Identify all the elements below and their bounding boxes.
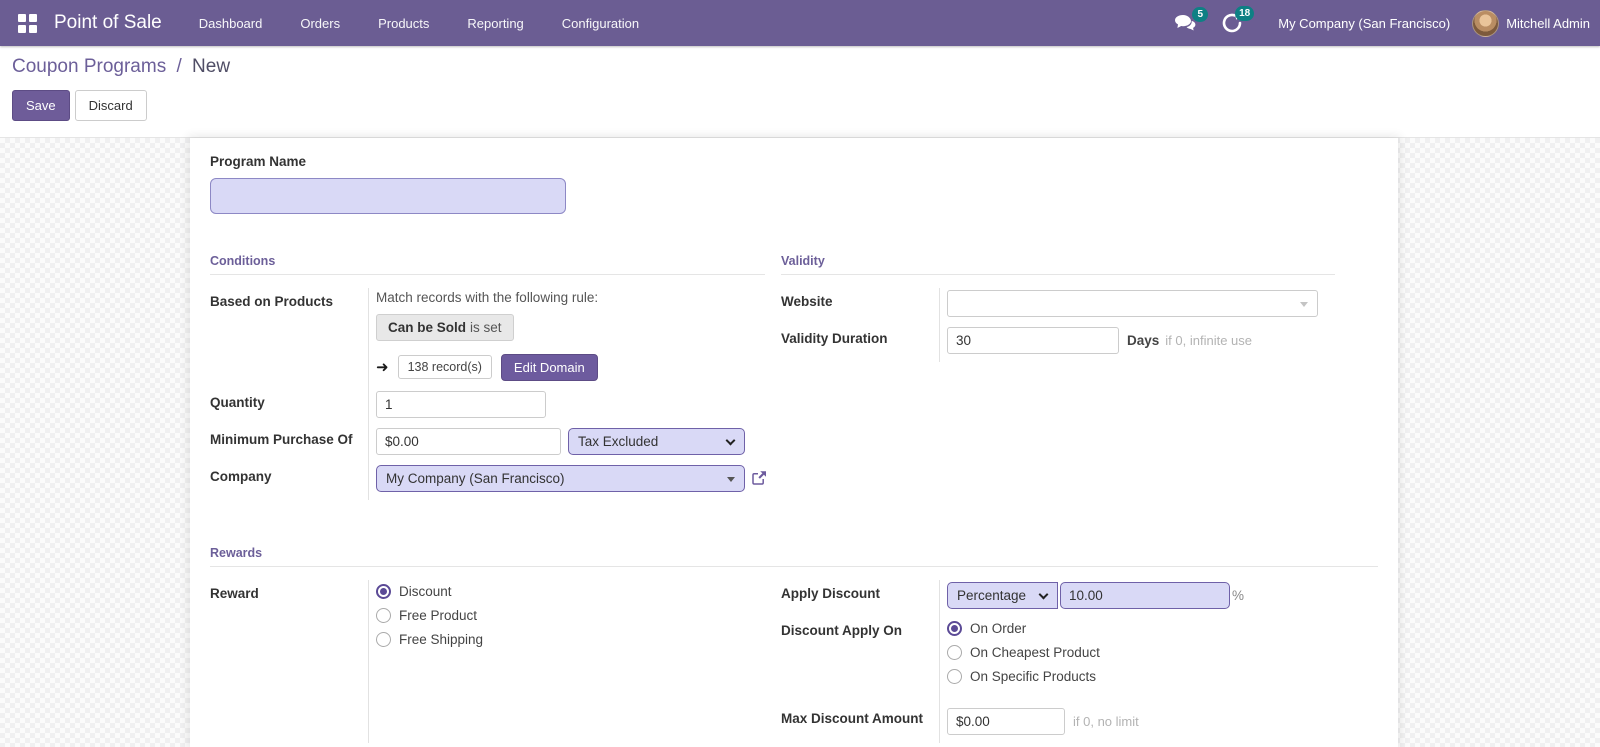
edit-domain-button[interactable]: Edit Domain	[500, 353, 598, 381]
form-sheet: Program Name Conditions Based on Product…	[190, 138, 1398, 747]
max-discount-hint: if 0, no limit	[1073, 713, 1139, 729]
program-name-input[interactable]	[210, 177, 566, 214]
conditions-title: Conditions	[210, 254, 765, 275]
duration-hint: if 0, infinite use	[1165, 332, 1252, 348]
activities-icon[interactable]: 18	[1222, 6, 1255, 33]
company-value: My Company (San Francisco)	[386, 470, 565, 486]
discount-type-value: Percentage	[957, 587, 1027, 603]
chevron-down-icon	[725, 435, 736, 446]
rewards-group: Rewards Reward Discount Free Product Fre…	[210, 546, 1378, 743]
caret-down-icon	[1300, 301, 1308, 307]
breadcrumb-parent-link[interactable]: Coupon Programs	[12, 56, 166, 77]
messages-icon[interactable]: 5	[1174, 7, 1209, 32]
conditions-group: Conditions Based on Products Match recor…	[210, 254, 767, 500]
apply-on-specific-option[interactable]: On Specific Products	[947, 668, 1335, 684]
breadcrumb-current: New	[192, 56, 231, 77]
tax-mode-select[interactable]: Tax Excluded	[568, 427, 745, 455]
percent-suffix: %	[1232, 587, 1245, 603]
breadcrumb-separator: /	[176, 56, 182, 77]
activities-badge: 18	[1235, 6, 1255, 21]
caret-down-icon	[727, 476, 735, 482]
menu-configuration[interactable]: Configuration	[543, 0, 658, 46]
program-name-label: Program Name	[210, 154, 307, 169]
arrow-right-icon: ➜	[376, 358, 389, 376]
rule-operator: is set	[470, 319, 502, 335]
validity-group: Validity Website Validity Duration Days …	[781, 254, 1335, 500]
external-link-icon[interactable]	[751, 470, 767, 491]
duration-unit: Days	[1127, 332, 1160, 348]
based-on-products-label: Based on Products	[210, 293, 334, 309]
company-select[interactable]: My Company (San Francisco)	[376, 464, 745, 492]
website-select[interactable]	[947, 289, 1318, 317]
quantity-label: Quantity	[210, 394, 265, 410]
app-title[interactable]: Point of Sale	[54, 12, 162, 34]
website-label: Website	[781, 293, 833, 309]
chevron-down-icon	[1038, 589, 1049, 600]
radio-icon	[947, 644, 962, 660]
records-count-button[interactable]: 138 record(s)	[397, 355, 492, 380]
reward-option-free-product[interactable]: Free Product	[376, 607, 765, 623]
discount-value-input[interactable]	[1060, 581, 1230, 609]
apply-on-order-option[interactable]: On Order	[947, 620, 1335, 636]
radio-icon	[376, 607, 391, 623]
validity-duration-label: Validity Duration	[781, 330, 888, 346]
company-switcher[interactable]: My Company (San Francisco)	[1278, 16, 1450, 31]
top-navbar: Point of Sale Dashboard Orders Products …	[0, 0, 1600, 46]
menu-reporting[interactable]: Reporting	[448, 0, 542, 46]
menu-dashboard[interactable]: Dashboard	[180, 0, 282, 46]
control-panel: Coupon Programs / New Save Discard	[0, 46, 1600, 138]
menu-products[interactable]: Products	[359, 0, 448, 46]
domain-rule-text: Match records with the following rule:	[376, 289, 599, 305]
menu-orders[interactable]: Orders	[281, 0, 359, 46]
reward-option-free-shipping[interactable]: Free Shipping	[376, 631, 765, 647]
apply-on-cheapest-option[interactable]: On Cheapest Product	[947, 644, 1335, 660]
rewards-title: Rewards	[210, 546, 1378, 567]
user-avatar[interactable]	[1472, 9, 1500, 37]
radio-checked-icon	[947, 620, 962, 636]
discount-apply-on-label: Discount Apply On	[781, 622, 902, 638]
apps-menu-icon[interactable]	[12, 8, 42, 38]
breadcrumb: Coupon Programs / New	[12, 56, 1588, 78]
save-button[interactable]: Save	[12, 90, 70, 121]
quantity-input[interactable]	[376, 390, 546, 418]
max-discount-label: Max Discount Amount	[781, 710, 924, 726]
radio-icon	[947, 668, 962, 684]
tax-mode-value: Tax Excluded	[578, 433, 659, 449]
discard-button[interactable]: Discard	[74, 90, 147, 121]
radio-checked-icon	[376, 583, 391, 599]
main-menu: Dashboard Orders Products Reporting Conf…	[180, 0, 658, 46]
company-label: Company	[210, 468, 272, 484]
minimum-purchase-input[interactable]	[376, 427, 561, 455]
reward-label: Reward	[210, 585, 259, 601]
domain-rule-chip[interactable]: Can be Sold is set	[376, 313, 514, 341]
validity-title: Validity	[781, 254, 1335, 275]
reward-option-discount[interactable]: Discount	[376, 583, 765, 599]
user-menu[interactable]: Mitchell Admin	[1506, 16, 1590, 31]
radio-icon	[376, 631, 391, 647]
rule-field-name: Can be Sold	[388, 319, 467, 335]
discount-type-select[interactable]: Percentage	[947, 581, 1058, 609]
content-background: Program Name Conditions Based on Product…	[0, 138, 1600, 747]
validity-duration-input[interactable]	[947, 326, 1119, 354]
minimum-purchase-label: Minimum Purchase Of	[210, 431, 353, 447]
apply-discount-label: Apply Discount	[781, 585, 881, 601]
messages-badge: 5	[1192, 7, 1209, 22]
max-discount-input[interactable]	[947, 707, 1065, 735]
